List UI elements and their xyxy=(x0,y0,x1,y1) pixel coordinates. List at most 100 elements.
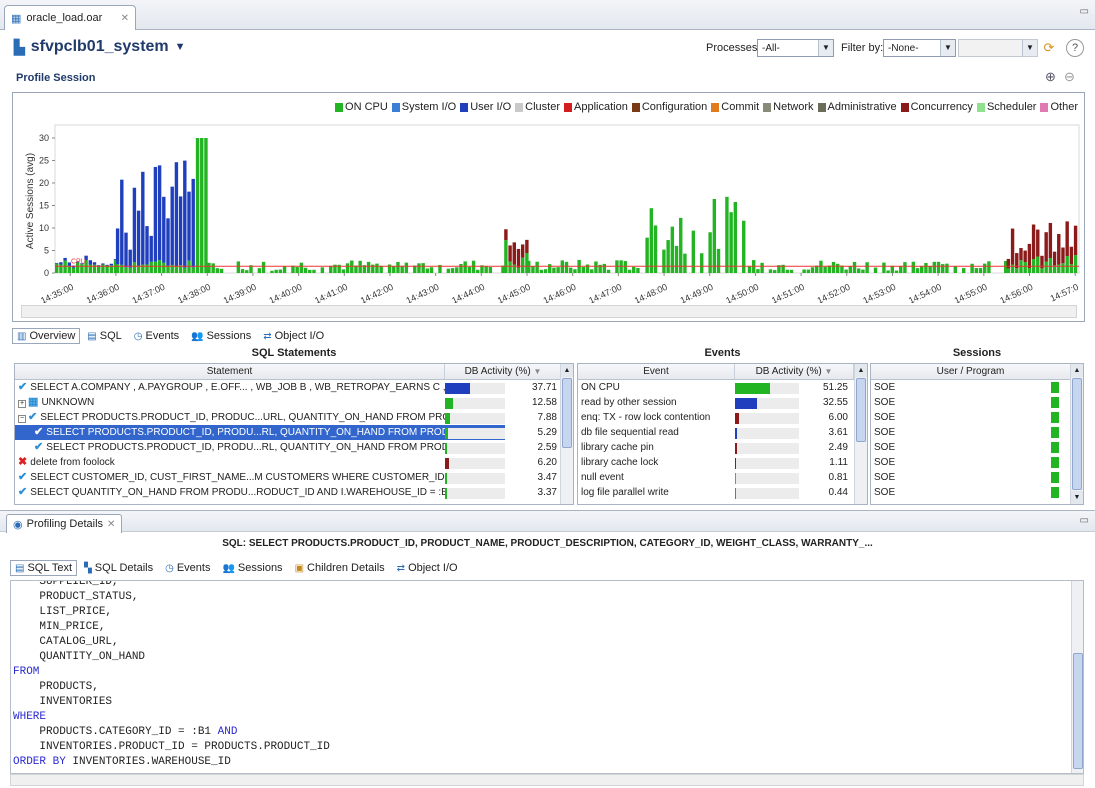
tab-profiling-object-io[interactable]: ⇄ Object I/O xyxy=(392,560,463,576)
editor-tab[interactable]: ▦ oracle_load.oar ✕ xyxy=(4,5,136,30)
db-activity-column-header[interactable]: DB Activity (%) ▼ xyxy=(445,364,562,379)
table-row[interactable]: library cache pin 2.49 xyxy=(578,440,867,455)
table-row[interactable]: ✖ delete from foolock 6.20 xyxy=(15,455,573,470)
legend-item[interactable]: Scheduler xyxy=(976,101,1036,113)
table-row[interactable]: read by other session 32.55 xyxy=(578,395,867,410)
scroll-up-icon[interactable]: ▲ xyxy=(1071,364,1083,377)
sql-text-editor[interactable]: SUPPLIER_ID, PRODUCT_STATUS, LIST_PRICE,… xyxy=(10,580,1084,774)
close-icon[interactable]: ✕ xyxy=(121,13,129,24)
legend-item[interactable]: Network xyxy=(763,101,814,113)
events-grid-scrollbar[interactable]: ▲ xyxy=(854,364,867,504)
bar-segment xyxy=(128,267,132,273)
bar-segment xyxy=(463,261,467,273)
legend-swatch xyxy=(900,102,909,112)
tab-profiling-sessions[interactable]: 👥 Sessions xyxy=(217,560,287,576)
scroll-down-icon[interactable]: ▼ xyxy=(1071,491,1083,504)
scroll-thumb[interactable] xyxy=(1072,378,1082,490)
table-row[interactable]: SOE xyxy=(871,395,1083,410)
legend-item[interactable]: Configuration xyxy=(631,101,707,113)
refresh-icon[interactable]: ⟳ xyxy=(1040,39,1058,57)
scroll-up-icon[interactable]: ▲ xyxy=(561,364,573,377)
check-icon: ✔ xyxy=(18,381,31,393)
tab-overview[interactable]: ▥ Overview xyxy=(12,328,81,344)
processes-select[interactable]: -All- ▼ xyxy=(757,39,834,57)
table-row[interactable]: − ✔ SELECT PRODUCTS.PRODUCT_ID, PRODUC...… xyxy=(15,410,573,425)
table-row[interactable]: SOE xyxy=(871,410,1083,425)
sessions-grid-scrollbar[interactable]: ▲ ▼ xyxy=(1070,364,1083,504)
tab-events[interactable]: ◷ Events xyxy=(129,328,184,344)
collapse-icon[interactable]: − xyxy=(18,415,26,423)
table-row[interactable]: ✔ SELECT QUANTITY_ON_HAND FROM PRODU...R… xyxy=(15,485,573,500)
scroll-up-icon[interactable]: ▲ xyxy=(855,364,867,377)
legend-item[interactable]: ON CPU xyxy=(335,101,388,113)
legend-item[interactable]: Other xyxy=(1040,101,1078,113)
expand-icon[interactable]: + xyxy=(18,400,26,408)
activity-bar xyxy=(735,473,799,484)
event-column-header[interactable]: Event xyxy=(578,364,735,379)
bar-segment xyxy=(124,232,128,268)
minimize-icon[interactable]: ▭ xyxy=(1080,515,1089,526)
close-icon[interactable]: ✕ xyxy=(107,519,115,530)
system-title: sfvpclb01_system xyxy=(30,38,169,55)
table-row[interactable]: + ▦ UNKNOWN 12.58 xyxy=(15,395,573,410)
event-db-activity-column-header[interactable]: DB Activity (%) ▼ xyxy=(735,364,854,379)
table-row[interactable]: db file sequential read 3.61 xyxy=(578,425,867,440)
legend-item[interactable]: Administrative xyxy=(817,101,897,113)
table-row[interactable]: SOE xyxy=(871,485,1083,500)
tab-sql-text[interactable]: ▤ SQL Text xyxy=(10,560,78,576)
x-tick-label: 14:48:00 xyxy=(633,282,669,303)
bar-segment xyxy=(674,245,679,273)
table-row[interactable]: SOE xyxy=(871,380,1083,395)
bar-segment xyxy=(132,187,137,263)
statement-column-header[interactable]: Statement xyxy=(15,364,445,379)
table-row[interactable]: ✔ SELECT PRODUCTS.PRODUCT_ID, PRODU...RL… xyxy=(15,440,573,455)
zoom-in-icon[interactable]: ⊕ xyxy=(1045,69,1056,85)
tab-sql[interactable]: ▤ SQL xyxy=(82,328,126,344)
tab-label: Events xyxy=(145,330,180,342)
legend-item[interactable]: Concurrency xyxy=(900,101,973,113)
activity-value: 32.55 xyxy=(822,397,848,408)
system-selector[interactable]: ▙ sfvpclb01_system ▼ xyxy=(14,38,186,56)
legend-item[interactable]: Application xyxy=(564,101,628,113)
table-row[interactable]: null event 0.81 xyxy=(578,470,867,485)
scroll-thumb[interactable] xyxy=(856,378,866,442)
bar-segment xyxy=(861,269,865,273)
legend-item[interactable]: System I/O xyxy=(391,101,456,113)
table-row[interactable]: ✔ SELECT CUSTOMER_ID, CUST_FIRST_NAME...… xyxy=(15,470,573,485)
table-row[interactable]: ✔ SELECT PRODUCTS.PRODUCT_ID, PRODU...RL… xyxy=(15,425,573,440)
table-row[interactable]: SOE xyxy=(871,425,1083,440)
table-row[interactable]: ON CPU 51.25 xyxy=(578,380,867,395)
activity-value: 0.81 xyxy=(828,472,848,483)
zoom-out-icon[interactable]: ⊖ xyxy=(1064,69,1075,85)
legend-item[interactable]: Cluster xyxy=(515,101,560,113)
activity-value: 1.11 xyxy=(829,457,848,468)
tab-object-io[interactable]: ⇄ Object I/O xyxy=(258,328,329,344)
legend-item[interactable]: Commit xyxy=(711,101,759,113)
bar-segment xyxy=(645,237,649,273)
code-horizontal-scrollbar[interactable] xyxy=(10,774,1084,786)
table-row[interactable]: ✔ SELECT A.COMPANY , A.PAYGROUP , E.OFF.… xyxy=(15,380,573,395)
legend-item[interactable]: User I/O xyxy=(460,101,511,113)
activity-value: 3.47 xyxy=(537,472,557,483)
table-row[interactable]: log file parallel write 0.44 xyxy=(578,485,867,500)
tab-children-details[interactable]: ▣ Children Details xyxy=(290,560,390,576)
scroll-thumb[interactable] xyxy=(1073,653,1083,769)
sql-grid-scrollbar[interactable]: ▲ xyxy=(560,364,573,504)
table-row[interactable]: enq: TX - row lock contention 6.00 xyxy=(578,410,867,425)
tab-sql-details[interactable]: ▚ SQL Details xyxy=(79,560,158,576)
table-row[interactable]: SOE xyxy=(871,470,1083,485)
table-row[interactable]: SOE xyxy=(871,455,1083,470)
table-row[interactable]: library cache lock 1.11 xyxy=(578,455,867,470)
table-row[interactable]: SOE xyxy=(871,440,1083,455)
code-scrollbar[interactable] xyxy=(1071,581,1083,773)
scroll-thumb[interactable] xyxy=(562,378,572,448)
profiling-details-tab[interactable]: ◉ Profiling Details ✕ xyxy=(6,514,123,533)
chart-horizontal-scrollbar[interactable] xyxy=(21,305,1077,318)
user-program-column-header[interactable]: User / Program xyxy=(871,364,1071,379)
tab-profiling-events[interactable]: ◷ Events xyxy=(160,560,215,576)
filter-select[interactable]: -None- ▼ xyxy=(883,39,956,57)
minimize-icon[interactable]: ▭ xyxy=(1080,6,1089,17)
tab-sessions[interactable]: 👥 Sessions xyxy=(186,328,256,344)
help-icon[interactable]: ? xyxy=(1066,39,1084,57)
activity-bar xyxy=(735,443,799,454)
